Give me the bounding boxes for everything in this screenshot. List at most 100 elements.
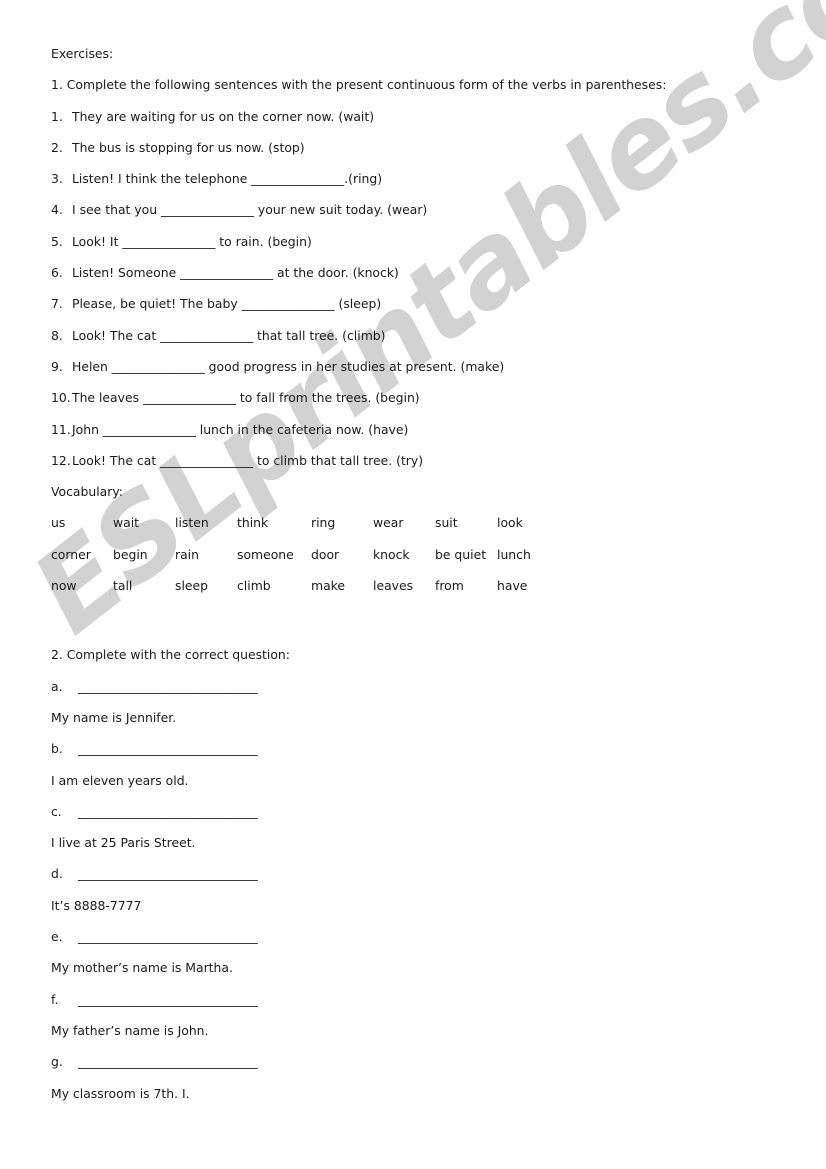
vocabulary-word: leaves (373, 578, 414, 594)
vocabulary-word: wait (113, 515, 140, 531)
item-letter: c. (51, 803, 62, 819)
section1-instruction: 1. Complete the following sentences with… (51, 77, 667, 93)
question-item: e. _____________________________ (51, 930, 781, 944)
worksheet-page: ESLprintables.com Exercises: 1. Complete… (0, 0, 826, 1169)
vocabulary-word: door (311, 546, 340, 562)
item-text: Helen _______________ good progress in h… (72, 358, 505, 374)
answer-text: I live at 25 Paris Street. (51, 835, 196, 851)
item-text: John _______________ lunch in the cafete… (72, 421, 409, 437)
answer-text: My classroom is 7th. I. (51, 1085, 190, 1101)
item-number: 8. (51, 327, 63, 343)
list-item: 8. Look! The cat _______________ that tal… (51, 327, 781, 343)
vocabulary-heading: Vocabulary: (51, 484, 123, 500)
list-item: 5. Look! It _______________ to rain. (beg… (51, 233, 781, 249)
answer-text: It’s 8888-7777 (51, 897, 142, 913)
vocabulary-word: us (51, 515, 66, 531)
vocabulary-word: listen (175, 515, 209, 531)
worksheet-content: Exercises: 1. Complete the following sen… (51, 47, 781, 1118)
answer-blank[interactable]: _____________________________ (78, 679, 258, 694)
item-letter: b. (51, 741, 63, 757)
answer-blank[interactable]: _____________________________ (78, 992, 258, 1007)
item-number: 2. (51, 139, 63, 155)
section2-list: a. _____________________________ My name … (51, 678, 781, 1101)
answer-blank[interactable]: _____________________________ (78, 1054, 258, 1069)
vocabulary-word: sleep (175, 578, 209, 594)
list-item: 3. Listen! I think the telephone ________… (51, 172, 781, 186)
answer-text: I am eleven years old. (51, 772, 189, 788)
vocabulary-word: someone (237, 546, 294, 562)
answer-blank[interactable]: _____________________________ (78, 866, 258, 881)
vocabulary-word: rain (175, 546, 199, 562)
vocabulary-word: suit (435, 515, 458, 531)
list-item: 11.John _______________ lunch in the caf… (51, 421, 781, 437)
vocabulary-row: corner begin rain someone door knock be … (51, 546, 781, 562)
list-item: 2. The bus is stopping for us now. (stop) (51, 139, 781, 155)
vocabulary-word: knock (373, 546, 410, 562)
answer-blank[interactable]: _____________________________ (78, 741, 258, 756)
item-text: The leaves _______________ to fall from … (72, 390, 420, 406)
vocabulary-word: think (237, 515, 269, 531)
vocabulary-word: ring (311, 515, 336, 531)
item-number: 1. (51, 108, 63, 124)
question-item: a. _____________________________ (51, 678, 781, 694)
vocabulary-word: from (435, 578, 464, 594)
item-text: They are waiting for us on the corner no… (72, 108, 375, 124)
vocabulary-word: corner (51, 546, 91, 562)
item-letter: e. (51, 929, 63, 945)
answer-blank[interactable]: _____________________________ (78, 804, 258, 819)
item-letter: g. (51, 1054, 63, 1070)
item-text: Look! It _______________ to rain. (begin… (72, 233, 312, 249)
item-number: 7. (51, 296, 63, 312)
question-item: b. _____________________________ (51, 742, 781, 756)
vocabulary-word: wear (373, 515, 404, 531)
question-item: f. _____________________________ (51, 991, 781, 1007)
item-text: Look! The cat _______________ that tall … (72, 327, 386, 343)
list-item: 12.Look! The cat _______________ to clim… (51, 452, 781, 468)
vocabulary-word: begin (113, 546, 148, 562)
answer-text: My father’s name is John. (51, 1022, 209, 1038)
vocabulary-word: be quiet (435, 546, 487, 562)
vocabulary-word: have (497, 578, 528, 594)
item-text: Listen! Someone _______________ at the d… (72, 265, 399, 281)
list-item: 4. I see that you _______________ your ne… (51, 203, 781, 217)
item-number: 12. (51, 452, 71, 468)
vocabulary-word: make (311, 578, 346, 594)
list-item: 7. Please, be quiet! The baby ___________… (51, 297, 781, 311)
question-item: g. _____________________________ (51, 1055, 781, 1069)
item-number: 11. (51, 421, 71, 437)
list-item: 9. Helen _______________ good progress in… (51, 358, 781, 374)
item-letter: f. (51, 991, 59, 1007)
item-number: 6. (51, 265, 63, 281)
vocabulary-row: us wait listen think ring wear suit look (51, 516, 781, 530)
item-text: Listen! I think the telephone __________… (72, 171, 383, 187)
section1-list: 1. They are waiting for us on the corner … (51, 108, 781, 468)
vocabulary-word: now (51, 578, 77, 594)
question-item: c. _____________________________ (51, 803, 781, 819)
item-number: 4. (51, 202, 63, 218)
item-text: Look! The cat _______________ to climb t… (72, 452, 424, 468)
answer-text: My mother’s name is Martha. (51, 960, 233, 976)
vocabulary-list: us wait listen think ring wear suit look… (51, 516, 781, 593)
item-text: I see that you _______________ your new … (72, 202, 428, 218)
vocabulary-row: now tall sleep climb make leaves from ha… (51, 579, 781, 593)
item-text: The bus is stopping for us now. (stop) (72, 139, 305, 155)
item-text: Please, be quiet! The baby _____________… (72, 296, 382, 312)
answer-blank[interactable]: _____________________________ (78, 929, 258, 944)
answer-text: My name is Jennifer. (51, 709, 177, 725)
section2-instruction: 2. Complete with the correct question: (51, 647, 290, 663)
vocabulary-word: climb (237, 578, 271, 594)
item-number: 3. (51, 171, 63, 187)
item-number: 9. (51, 358, 63, 374)
question-item: d. _____________________________ (51, 867, 781, 881)
vocabulary-word: look (497, 515, 523, 531)
vocabulary-word: tall (113, 578, 133, 594)
list-item: 6. Listen! Someone _______________ at the… (51, 266, 781, 280)
list-item: 1. They are waiting for us on the corner … (51, 108, 781, 124)
item-letter: a. (51, 678, 63, 694)
list-item: 10.The leaves _______________ to fall fr… (51, 391, 781, 405)
item-letter: d. (51, 866, 63, 882)
page-title: Exercises: (51, 46, 114, 61)
item-number: 10. (51, 390, 71, 406)
item-number: 5. (51, 233, 63, 249)
